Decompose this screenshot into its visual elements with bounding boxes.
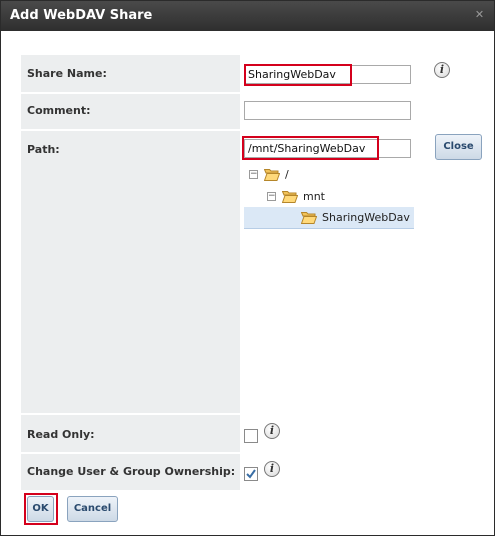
share-name-label: Share Name:: [21, 55, 240, 92]
collapse-icon[interactable]: −: [249, 170, 258, 179]
comment-input[interactable]: [244, 101, 411, 120]
open-folder-icon: [301, 212, 317, 224]
open-folder-icon: [264, 169, 280, 181]
dialog-title: Add WebDAV Share: [10, 8, 153, 23]
ownership-checkbox[interactable]: [244, 467, 258, 481]
add-webdav-share-dialog: Add WebDAV Share ✕ Share Name: i Comment…: [0, 0, 495, 536]
read-only-label: Read Only:: [21, 415, 240, 452]
tree-label-root: /: [285, 168, 289, 181]
close-icon[interactable]: ✕: [474, 9, 485, 20]
tree-node-mnt[interactable]: − mnt: [244, 186, 414, 206]
browse-close-button[interactable]: Close: [435, 134, 482, 160]
dialog-titlebar[interactable]: Add WebDAV Share ✕: [1, 1, 494, 31]
read-only-checkbox[interactable]: [244, 429, 258, 443]
path-label: Path:: [21, 131, 240, 413]
share-name-info-icon[interactable]: i: [434, 62, 450, 78]
tree-label-mnt: mnt: [303, 190, 325, 203]
tree-label-sharingwebdav: SharingWebDav: [322, 211, 410, 224]
comment-label: Comment:: [21, 94, 240, 129]
tree-node-sharingwebdav[interactable]: SharingWebDav: [244, 207, 414, 229]
checkmark-icon: [246, 469, 256, 479]
collapse-icon[interactable]: −: [267, 192, 276, 201]
read-only-info-icon[interactable]: i: [264, 423, 280, 439]
ok-button[interactable]: OK: [27, 496, 54, 522]
path-input[interactable]: [244, 139, 411, 158]
open-folder-icon: [282, 191, 298, 203]
ownership-info-icon[interactable]: i: [264, 461, 280, 477]
cancel-button[interactable]: Cancel: [67, 496, 118, 522]
tree-node-root[interactable]: − /: [244, 165, 414, 185]
share-name-input[interactable]: [244, 65, 411, 84]
ownership-label: Change User & Group Ownership:: [21, 454, 240, 490]
